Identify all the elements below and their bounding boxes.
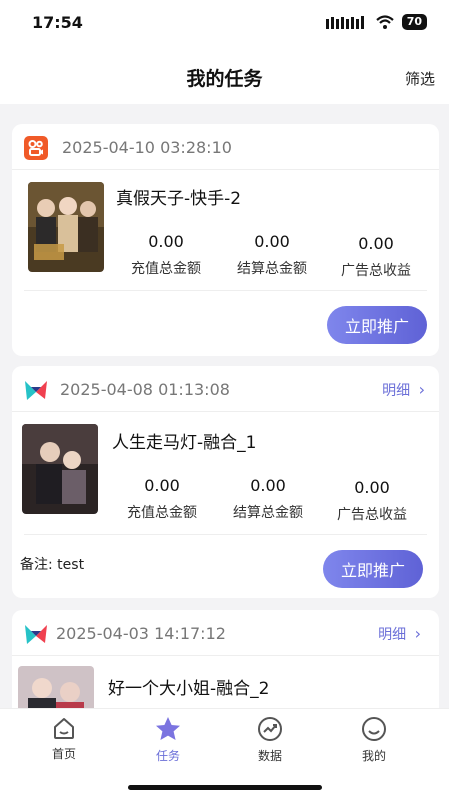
ad-label: 广告总收益 — [341, 263, 411, 279]
tab-label: 首页 — [51, 747, 76, 761]
recharge-value: 0.00 — [148, 232, 184, 251]
ad-label: 广告总收益 — [337, 507, 407, 523]
bird-icon — [25, 381, 47, 400]
tab-label: 我的 — [361, 749, 386, 763]
tab-data[interactable]: 数据 — [230, 715, 310, 764]
status-time: 17:54 — [32, 13, 83, 32]
task-card: 2025-04-08 01:13:08 明细 › 人生走马灯-融合_1 0.00… — [12, 366, 439, 598]
detail-label: 明细 — [378, 627, 407, 643]
settle-metric: 0.00 结算总金额 — [218, 476, 318, 522]
card-header: 2025-04-08 01:13:08 明细 › — [12, 366, 439, 412]
recharge-label: 充值总金额 — [131, 261, 201, 277]
settle-value: 0.00 — [250, 476, 286, 495]
card-note: 备注: test — [20, 557, 85, 573]
chevron-right-icon: › — [418, 380, 425, 399]
detail-label: 明细 — [382, 383, 411, 399]
drama-cover[interactable] — [28, 182, 104, 272]
task-card: 2025-04-10 03:28:10 真假天子-快手-2 0.00 充值总金额… — [12, 124, 439, 356]
card-date: 2025-04-10 03:28:10 — [62, 138, 232, 157]
star-icon — [156, 717, 180, 740]
detail-link[interactable]: 明细 › — [378, 624, 421, 644]
status-bar: 17:54 70 — [0, 0, 449, 46]
ad-metric: 0.00 广告总收益 — [322, 478, 422, 524]
chart-icon — [258, 717, 282, 741]
home-indicator — [128, 785, 322, 790]
detail-link[interactable]: 明细 › — [382, 380, 425, 400]
recharge-metric: 0.00 充值总金额 — [116, 232, 216, 278]
drama-cover[interactable] — [18, 666, 94, 708]
bird-icon — [25, 625, 47, 644]
promote-button[interactable]: 立即推广 — [323, 550, 423, 588]
kuaishou-icon — [24, 136, 48, 160]
smile-icon — [362, 717, 386, 741]
card-header: 2025-04-10 03:28:10 — [12, 124, 439, 170]
recharge-label: 充值总金额 — [127, 505, 197, 521]
ad-value: 0.00 — [358, 234, 394, 253]
filter-button[interactable]: 筛选 — [405, 68, 435, 89]
wifi-icon — [375, 15, 394, 29]
divider — [24, 290, 427, 291]
settle-value: 0.00 — [254, 232, 290, 251]
card-date: 2025-04-03 14:17:12 — [56, 624, 226, 643]
battery-indicator: 70 — [401, 14, 427, 30]
tab-home[interactable]: 首页 — [24, 715, 104, 762]
task-list[interactable]: 2025-04-10 03:28:10 真假天子-快手-2 0.00 充值总金额… — [0, 104, 449, 708]
chevron-right-icon: › — [414, 624, 421, 643]
settle-label: 结算总金额 — [233, 505, 303, 521]
tab-label: 数据 — [257, 749, 282, 763]
ad-metric: 0.00 广告总收益 — [326, 234, 426, 280]
task-card: 2025-04-03 14:17:12 明细 › 好一个大小姐-融合_2 — [12, 610, 439, 708]
divider — [24, 534, 427, 535]
tab-mine[interactable]: 我的 — [334, 715, 414, 764]
card-title: 真假天子-快手-2 — [116, 189, 242, 209]
tab-tasks[interactable]: 任务 — [128, 715, 208, 764]
ad-value: 0.00 — [354, 478, 390, 497]
card-header: 2025-04-03 14:17:12 明细 › — [12, 610, 439, 656]
tab-label: 任务 — [155, 749, 180, 763]
promote-button[interactable]: 立即推广 — [327, 306, 427, 344]
header: 我的任务 筛选 — [0, 46, 449, 104]
home-icon — [54, 718, 74, 739]
signal-icon — [325, 16, 364, 29]
card-date: 2025-04-08 01:13:08 — [60, 380, 230, 399]
card-title: 人生走马灯-融合_1 — [112, 433, 257, 453]
recharge-metric: 0.00 充值总金额 — [112, 476, 212, 522]
page-title: 我的任务 — [186, 68, 263, 90]
drama-cover[interactable] — [22, 424, 98, 514]
recharge-value: 0.00 — [144, 476, 180, 495]
card-title: 好一个大小姐-融合_2 — [108, 679, 270, 699]
settle-metric: 0.00 结算总金额 — [222, 232, 322, 278]
status-icons: 70 — [325, 14, 427, 30]
settle-label: 结算总金额 — [237, 261, 307, 277]
